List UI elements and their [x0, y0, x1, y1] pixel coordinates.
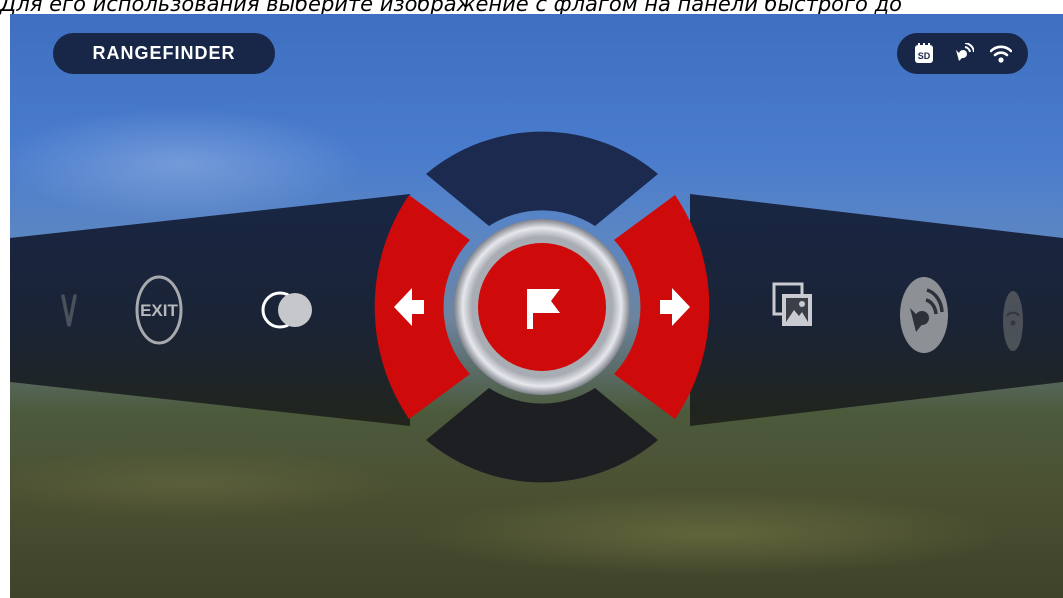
quick-menu-wheel: [374, 131, 710, 483]
flag-button[interactable]: [478, 243, 606, 371]
wheel-top-segment[interactable]: [426, 131, 658, 226]
wheel-bottom-segment[interactable]: [426, 388, 658, 483]
viewfinder-screen: RANGEFINDER SD EXIT: [10, 14, 1063, 598]
